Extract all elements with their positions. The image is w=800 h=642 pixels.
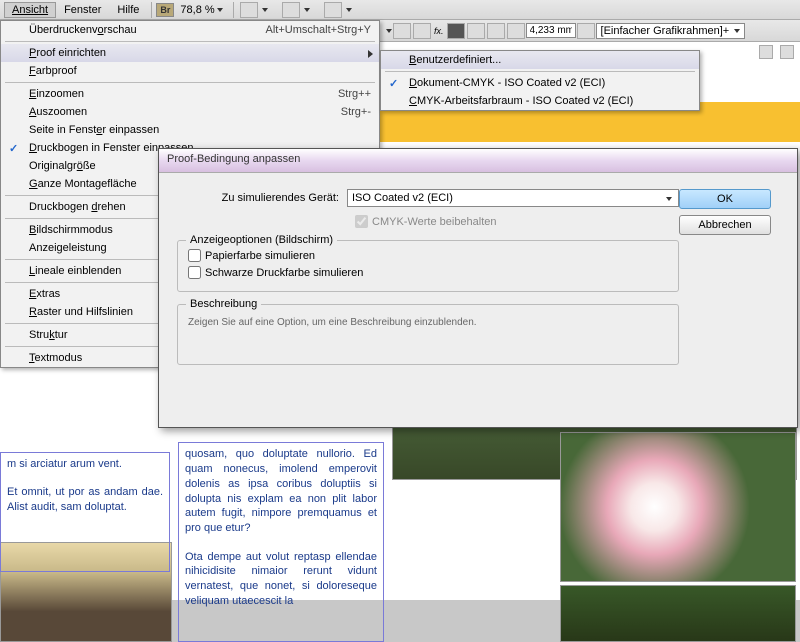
menu-separator — [5, 82, 375, 83]
stroke-width-field[interactable] — [526, 23, 576, 38]
text-column-2[interactable]: quosam, quo doluptate nullorio. Ed quam … — [178, 442, 384, 642]
check-icon: ✓ — [389, 77, 398, 90]
menu-view[interactable]: Ansicht — [4, 2, 56, 18]
tool-icon[interactable] — [393, 23, 411, 39]
menu-item[interactable]: AuszoomenStrg+- — [1, 103, 379, 121]
menu-shortcut: Strg++ — [338, 88, 371, 100]
tool-icon[interactable] — [447, 23, 465, 39]
menu-item[interactable]: CMYK-Arbeitsfarbraum - ISO Coated v2 (EC… — [381, 92, 699, 110]
display-options-group: Anzeigeoptionen (Bildschirm) Papierfarbe… — [177, 240, 679, 292]
panel-icon[interactable] — [780, 45, 794, 59]
proof-condition-dialog: Proof-Bedingung anpassen Zu simulierende… — [158, 148, 798, 428]
tool-icon[interactable] — [577, 23, 595, 39]
menu-item[interactable]: EinzoomenStrg++ — [1, 85, 379, 103]
fx-icon[interactable]: fx. — [432, 26, 446, 36]
device-dropdown[interactable]: ISO Coated v2 (ECI) — [347, 189, 679, 207]
paragraph: Ota dempe aut volut reptasp ellendae nih… — [185, 550, 377, 609]
keep-cmyk-checkbox — [355, 215, 368, 228]
menu-item[interactable]: Proof einrichten — [1, 44, 379, 62]
submenu-arrow-icon — [368, 50, 373, 58]
menu-item-label: Seite in Fenster einpassen — [29, 124, 371, 136]
proof-setup-submenu: Benutzerdefiniert... ✓ Dokument-CMYK - ISO… — [380, 50, 700, 111]
view-options-icon[interactable] — [240, 2, 258, 18]
dialog-titlebar[interactable]: Proof-Bedingung anpassen — [159, 149, 797, 173]
paper-color-label: Papierfarbe simulieren — [205, 250, 315, 262]
menu-item[interactable]: Seite in Fenster einpassen — [1, 121, 379, 139]
group-legend: Anzeigeoptionen (Bildschirm) — [186, 234, 337, 246]
screen-mode-icon[interactable] — [282, 2, 300, 18]
separator — [151, 2, 152, 18]
zoom-level[interactable]: 78,8 % — [174, 4, 228, 16]
separator — [233, 2, 234, 18]
menu-item-label: Einzoomen — [29, 88, 338, 100]
menu-item-label: Benutzerdefiniert... — [409, 54, 691, 66]
menu-item-label: CMYK-Arbeitsfarbraum - ISO Coated v2 (EC… — [409, 95, 691, 107]
panel-icons — [753, 42, 800, 62]
menu-item-label: Farbproof — [29, 65, 371, 77]
black-ink-checkbox[interactable] — [188, 266, 201, 279]
menu-item[interactable]: ÜberdruckenvorschauAlt+Umschalt+Strg+Y — [1, 21, 379, 39]
description-group: Beschreibung Zeigen Sie auf eine Option,… — [177, 304, 679, 365]
tool-icon[interactable] — [467, 23, 485, 39]
menu-item-label: Überdruckenvorschau — [29, 24, 266, 36]
photo-flower[interactable] — [560, 432, 796, 582]
text-column-1[interactable]: m si arciatur arum vent. Et omnit, ut po… — [0, 452, 170, 572]
description-text: Zeigen Sie auf eine Option, um eine Besc… — [188, 317, 668, 328]
tool-icon[interactable] — [507, 23, 525, 39]
menu-shortcut: Strg+- — [341, 106, 371, 118]
group-legend: Beschreibung — [186, 298, 261, 310]
arrange-icon[interactable] — [324, 2, 342, 18]
menu-item-label: Proof einrichten — [29, 47, 371, 59]
paper-color-checkbox[interactable] — [188, 249, 201, 262]
black-ink-label: Schwarze Druckfarbe simulieren — [205, 267, 363, 279]
dropdown-icon[interactable] — [386, 29, 392, 33]
paragraph: m si arciatur arum vent. — [7, 457, 163, 472]
check-icon: ✓ — [9, 142, 18, 155]
keep-cmyk-label: CMYK-Werte beibehalten — [372, 216, 497, 228]
panel-icon[interactable] — [759, 45, 773, 59]
control-toolbar: fx. [Einfacher Grafikrahmen]+ — [380, 20, 800, 42]
menubar: Ansicht Fenster Hilfe Br 78,8 % — [0, 0, 800, 20]
paragraph: quosam, quo doluptate nullorio. Ed quam … — [185, 447, 377, 536]
menu-item[interactable]: ✓ Dokument-CMYK - ISO Coated v2 (ECI) — [381, 74, 699, 92]
menu-help[interactable]: Hilfe — [109, 2, 147, 18]
cancel-button[interactable]: Abbrechen — [679, 215, 771, 235]
menu-separator — [5, 41, 375, 42]
device-label: Zu simulierendes Gerät: — [177, 192, 347, 204]
menu-window[interactable]: Fenster — [56, 2, 109, 18]
menu-separator — [385, 71, 695, 72]
paragraph: Et omnit, ut por as andam dae. Alist aud… — [7, 485, 163, 515]
menu-item-label: Dokument-CMYK - ISO Coated v2 (ECI) — [409, 77, 691, 89]
tool-icon[interactable] — [413, 23, 431, 39]
menu-shortcut: Alt+Umschalt+Strg+Y — [266, 24, 371, 36]
bridge-icon[interactable]: Br — [156, 3, 174, 17]
menu-item[interactable]: Benutzerdefiniert... — [381, 51, 699, 69]
menu-item[interactable]: Farbproof — [1, 62, 379, 80]
tool-icon[interactable] — [487, 23, 505, 39]
object-style-dropdown[interactable]: [Einfacher Grafikrahmen]+ — [596, 23, 745, 39]
photo-bottom[interactable] — [560, 585, 796, 642]
menu-item-label: Auszoomen — [29, 106, 341, 118]
ok-button[interactable]: OK — [679, 189, 771, 209]
